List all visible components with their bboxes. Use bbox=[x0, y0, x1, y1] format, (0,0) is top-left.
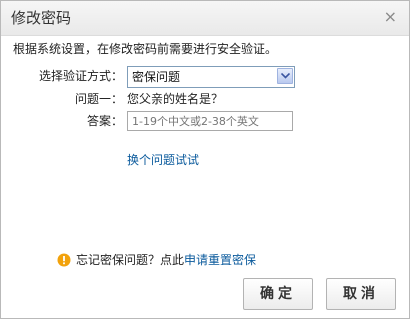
verification-method-value: 密保问题 bbox=[132, 70, 181, 84]
forgot-question-text: 忘记密保问题？点此 bbox=[76, 253, 185, 267]
method-label: 选择验证方式： bbox=[38, 69, 123, 83]
warning-icon bbox=[57, 253, 71, 267]
dialog-titlebar: 修改密码 × bbox=[1, 1, 409, 36]
answer-row: 答案： bbox=[1, 110, 123, 132]
dialog-title: 修改密码 bbox=[11, 9, 72, 27]
chevron-down-icon[interactable] bbox=[277, 68, 293, 84]
cancel-button[interactable]: 取消 bbox=[326, 278, 396, 310]
change-question-link[interactable]: 换个问题试试 bbox=[127, 152, 199, 168]
answer-label: 答案： bbox=[86, 114, 123, 128]
ok-button[interactable]: 确定 bbox=[243, 278, 313, 310]
question-label: 问题一： bbox=[74, 92, 123, 106]
security-question-text: 您父亲的姓名是？ bbox=[127, 92, 224, 106]
question-row: 问题一： bbox=[1, 88, 123, 110]
reset-security-link[interactable]: 申请重置密保 bbox=[184, 253, 256, 267]
verification-method-select[interactable]: 密保问题 bbox=[127, 66, 295, 88]
method-row: 选择验证方式： bbox=[1, 65, 123, 87]
change-password-dialog: 修改密码 × 根据系统设置，在修改密码前需要进行安全验证。 选择验证方式： 密保… bbox=[0, 0, 410, 319]
security-notice: 根据系统设置，在修改密码前需要进行安全验证。 bbox=[13, 42, 278, 56]
answer-input[interactable] bbox=[127, 111, 293, 131]
close-icon[interactable]: × bbox=[384, 9, 397, 25]
